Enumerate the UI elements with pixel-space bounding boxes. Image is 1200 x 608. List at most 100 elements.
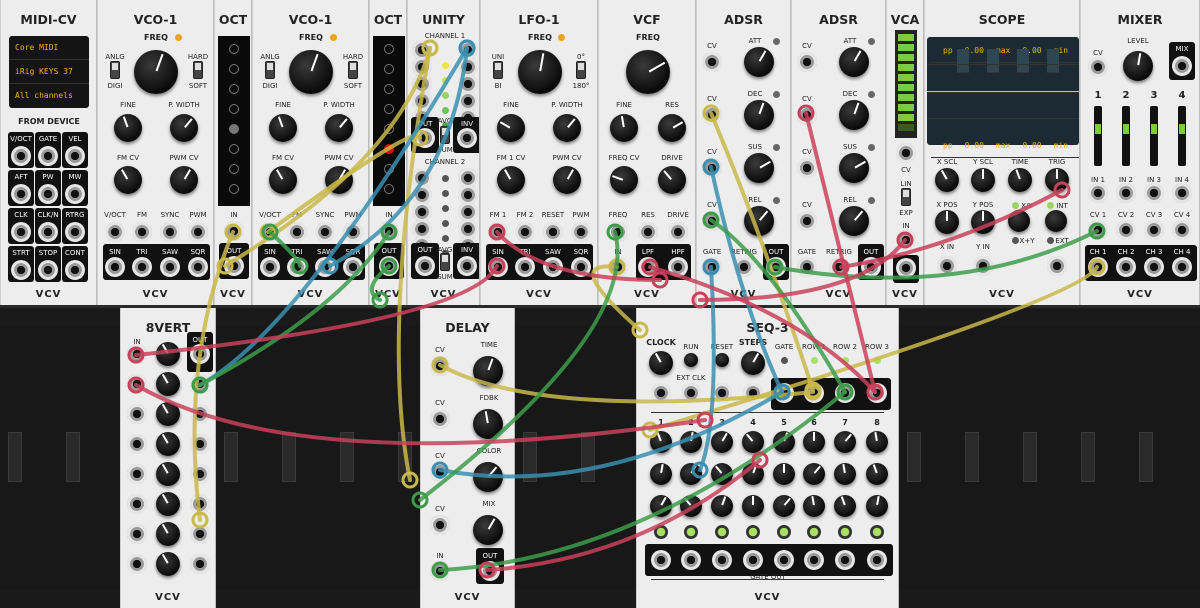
input-jack[interactable] [315, 222, 335, 242]
x-input-jack[interactable] [937, 256, 957, 276]
input-jack[interactable] [127, 464, 147, 484]
output-jack[interactable] [543, 257, 563, 277]
level-knob[interactable] [1123, 51, 1153, 81]
pwm-cv-knob[interactable] [170, 166, 198, 194]
input-jack[interactable] [896, 230, 916, 250]
output-jack[interactable] [480, 561, 500, 581]
x-pos-knob[interactable] [935, 210, 959, 234]
fm-cv-knob[interactable] [269, 166, 297, 194]
x-scale-knob[interactable] [935, 168, 959, 192]
channel-fader[interactable] [1122, 106, 1130, 166]
step-knob[interactable] [866, 431, 888, 453]
output-jack[interactable] [105, 257, 125, 277]
input-jack[interactable] [638, 222, 658, 242]
output-jack[interactable] [488, 257, 508, 277]
module-vco-1[interactable]: VCO-1 FREQ ANLG DIGI HARD SOFT FINE P. WIDTH FM… [97, 0, 214, 305]
frequency-knob[interactable] [518, 50, 562, 94]
attenuverter-knob[interactable] [156, 462, 180, 486]
input-jack[interactable] [668, 222, 688, 242]
fader-handle[interactable] [1123, 124, 1129, 134]
pwm-cv-knob[interactable] [325, 166, 353, 194]
fine-knob[interactable] [610, 114, 638, 142]
module-8vert[interactable]: 8VERT IN OUT VCV [120, 308, 216, 608]
step-knob[interactable] [742, 431, 764, 453]
gate-output-jack[interactable] [867, 550, 887, 570]
output-jack[interactable] [415, 128, 435, 148]
module-oct[interactable]: OCT IN OUT VCV [214, 0, 252, 305]
output-jack[interactable] [190, 554, 210, 574]
gate-output-jack[interactable] [804, 550, 824, 570]
channel-fader[interactable] [1150, 106, 1158, 166]
module-vca[interactable]: VCA CV LIN EXP IN VCV [886, 0, 924, 305]
output-jack[interactable] [188, 257, 208, 277]
channel-cv-jack[interactable] [1144, 220, 1164, 240]
cv-input-jack[interactable] [430, 462, 450, 482]
resonance-knob[interactable] [658, 114, 686, 142]
output-jack[interactable] [190, 374, 210, 394]
cv-input-jack[interactable] [430, 515, 450, 535]
fm-cv-knob[interactable] [114, 166, 142, 194]
gate-output-jack[interactable] [712, 550, 732, 570]
y-input-jack[interactable] [973, 256, 993, 276]
hard-soft-sync-switch[interactable] [193, 61, 203, 79]
input-jack[interactable] [127, 524, 147, 544]
midi-display[interactable]: Core MIDI iRig KEYS 37 All channels [9, 36, 89, 108]
dec-knob[interactable] [744, 100, 774, 130]
module-lfo-1[interactable]: LFO-1 FREQ UNI BI 0° 180° FINE P. WIDTH FM 1 CV… [480, 0, 598, 305]
output-jack[interactable] [132, 257, 152, 277]
output-jack[interactable] [379, 256, 399, 276]
input-jack[interactable] [127, 374, 147, 394]
dec-knob[interactable] [839, 100, 869, 130]
input-jack[interactable] [287, 222, 307, 242]
run-button[interactable] [684, 353, 698, 367]
y-pos-knob[interactable] [971, 210, 995, 234]
fm-cv-knob[interactable] [497, 166, 525, 194]
midi-output-jack[interactable] [65, 184, 85, 204]
input-jack[interactable] [608, 222, 628, 242]
lin-exp-switch[interactable] [901, 188, 911, 206]
output-jack[interactable] [774, 383, 794, 403]
midi-output-jack[interactable] [11, 260, 31, 280]
reset-input-jack[interactable] [712, 383, 732, 403]
output-jack[interactable] [896, 258, 916, 278]
input-jack[interactable] [260, 222, 280, 242]
cv-input-jack[interactable] [797, 52, 817, 72]
attenuverter-knob[interactable] [156, 372, 180, 396]
color-knob[interactable] [473, 462, 503, 492]
mix-knob[interactable] [473, 515, 503, 545]
mode-button[interactable] [1008, 210, 1030, 232]
fader-handle[interactable] [1095, 124, 1101, 134]
step-knob[interactable] [803, 463, 825, 485]
mix-output-jack[interactable] [1172, 56, 1192, 76]
output-jack[interactable] [804, 383, 824, 403]
step-knob[interactable] [834, 463, 856, 485]
input-jack[interactable] [379, 221, 399, 241]
output-jack[interactable] [190, 464, 210, 484]
midi-output-jack[interactable] [11, 222, 31, 242]
midi-output-jack[interactable] [11, 146, 31, 166]
gate-output-jack[interactable] [774, 550, 794, 570]
steps-knob[interactable] [741, 351, 765, 375]
step-knob[interactable] [834, 495, 856, 517]
midi-device[interactable]: iRig KEYS 37 [9, 60, 89, 84]
cv-input-jack[interactable] [702, 105, 722, 125]
frequency-knob[interactable] [626, 50, 670, 94]
step-knob[interactable] [680, 495, 702, 517]
step-knob[interactable] [650, 431, 672, 453]
step-knob[interactable] [742, 495, 764, 517]
channel-input-jack[interactable] [1172, 183, 1192, 203]
input-jack[interactable] [608, 257, 628, 277]
module-unity[interactable]: UNITY CHANNEL 1 OUT INV AVG SUM CHANNEL 2 OUT I… [407, 0, 480, 305]
output-jack[interactable] [315, 257, 335, 277]
gate-output-jack[interactable] [681, 550, 701, 570]
frequency-knob[interactable] [134, 50, 178, 94]
input-jack[interactable] [430, 561, 450, 581]
channel-output-jack[interactable] [1172, 257, 1192, 277]
drive-knob[interactable] [658, 166, 686, 194]
attenuverter-knob[interactable] [156, 402, 180, 426]
output-jack[interactable] [867, 383, 887, 403]
channel-input-jack[interactable] [1088, 183, 1108, 203]
cv-input-jack[interactable] [702, 52, 722, 72]
attenuverter-knob[interactable] [156, 522, 180, 546]
step-knob[interactable] [711, 431, 733, 453]
